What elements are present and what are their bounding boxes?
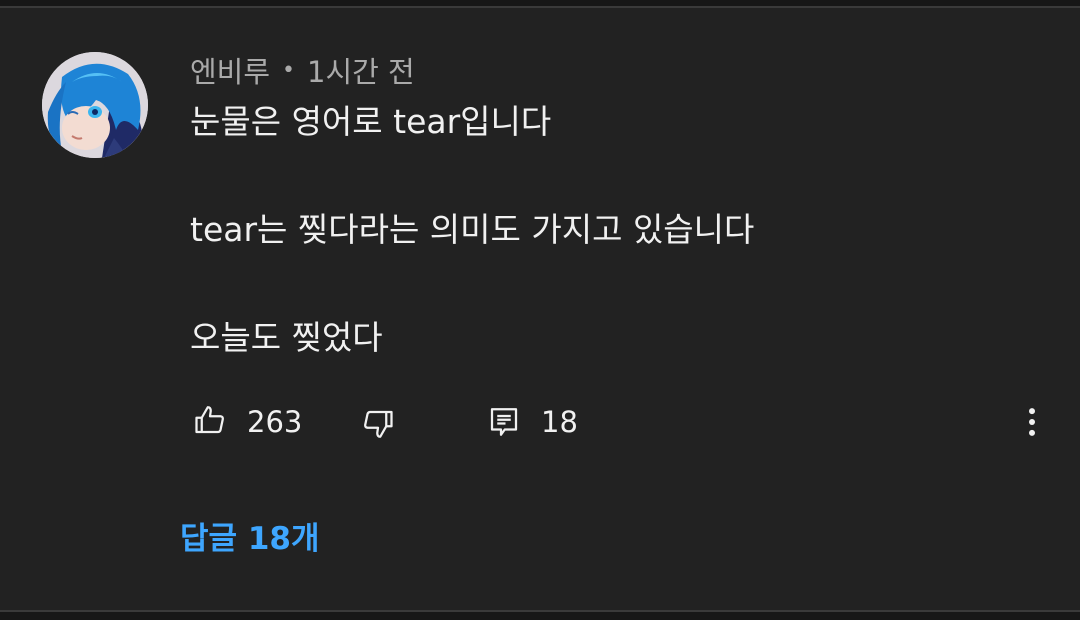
dislike-button[interactable] — [358, 404, 398, 444]
comment-actions: 263 18 — [0, 396, 1080, 448]
like-count: 263 — [247, 405, 303, 439]
author-name[interactable]: 엔비루 — [190, 49, 270, 91]
timestamp: 1시간 전 — [307, 55, 415, 89]
view-replies-link[interactable]: 답글 18개 — [180, 516, 320, 562]
comment-card: 엔비루 • 1시간 전 눈물은 영어로 tear입니다 tear는 찢다라는 의… — [0, 0, 1080, 620]
avatar[interactable] — [42, 52, 148, 158]
more-options-button[interactable] — [1012, 402, 1052, 442]
comment-text-line: 눈물은 영어로 tear입니다 — [190, 102, 552, 141]
comment-icon — [490, 408, 518, 436]
more-vert-icon — [1029, 408, 1035, 436]
bottom-divider — [0, 610, 1080, 620]
comment-meta: 엔비루 • 1시간 전 — [190, 50, 415, 90]
avatar-image — [42, 52, 148, 158]
like-button[interactable] — [190, 400, 230, 440]
thumbs-down-icon — [364, 410, 393, 438]
reply-count: 18 — [541, 405, 578, 439]
comment-text-line: tear는 찢다라는 의미도 가지고 있습니다 — [190, 210, 755, 249]
reply-button[interactable] — [484, 402, 524, 442]
comment-text-line: 오늘도 찢었다 — [190, 318, 383, 357]
top-divider — [0, 0, 1080, 8]
meta-separator: • — [282, 57, 296, 83]
thumbs-up-icon — [195, 406, 224, 434]
